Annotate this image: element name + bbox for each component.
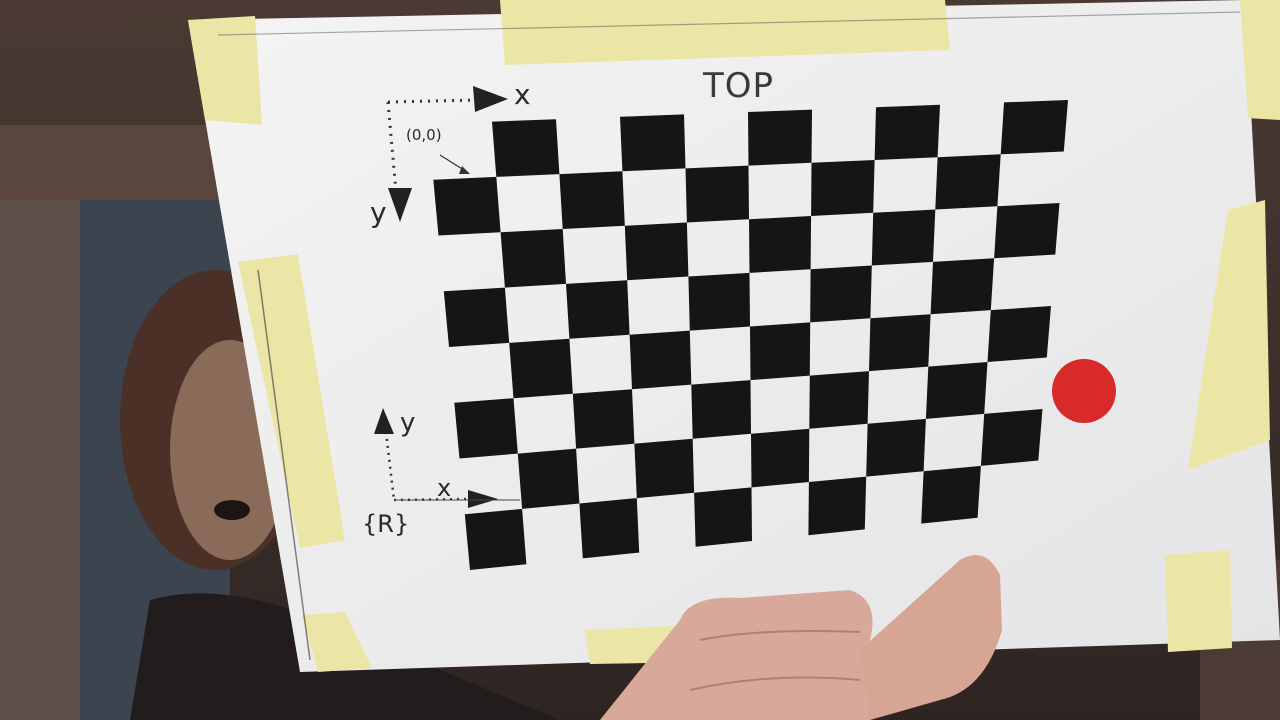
checker-square xyxy=(748,109,812,166)
checker-square xyxy=(871,209,936,266)
checker-square xyxy=(751,428,810,488)
checker-square xyxy=(579,498,640,559)
ref-frame-label: {R} xyxy=(362,510,410,538)
checker-square xyxy=(688,272,750,331)
checker-square xyxy=(874,104,940,160)
checker-square xyxy=(566,280,630,339)
checker-square xyxy=(572,389,635,449)
checker-square xyxy=(433,176,501,236)
checker-square xyxy=(1000,100,1068,155)
checker-square xyxy=(866,418,926,477)
checker-square xyxy=(809,371,869,429)
checker-square xyxy=(749,216,812,273)
checker-square xyxy=(685,165,749,223)
window-frame xyxy=(0,125,230,205)
checker-square xyxy=(808,476,867,536)
checker-square xyxy=(500,229,566,288)
board-top-label: TOP xyxy=(703,66,775,106)
checker-square xyxy=(810,265,872,323)
checker-square xyxy=(994,203,1060,259)
checker-square xyxy=(620,114,686,172)
axis-x-label: x xyxy=(514,78,531,111)
ref-axis-x-label: x xyxy=(437,474,452,502)
red-marker-dot xyxy=(1052,359,1116,423)
checker-square xyxy=(694,487,752,547)
checker-square xyxy=(935,154,1001,210)
checker-square xyxy=(624,222,689,281)
checker-square xyxy=(987,306,1051,362)
checker-square xyxy=(930,258,995,315)
checker-square xyxy=(629,330,692,390)
axis-y-label: y xyxy=(370,196,387,229)
checker-square xyxy=(634,438,695,499)
person-eye xyxy=(214,500,250,520)
checker-square xyxy=(921,465,981,524)
photo-scene xyxy=(0,0,1280,720)
checker-square xyxy=(492,119,560,177)
origin-label: (0,0) xyxy=(406,126,442,144)
checker-square xyxy=(925,362,988,419)
checker-square xyxy=(750,322,811,381)
checker-square xyxy=(691,380,751,439)
curtain xyxy=(0,200,80,720)
checker-square xyxy=(811,160,875,216)
checker-square xyxy=(869,314,931,372)
checker-square xyxy=(443,287,510,347)
checker-square xyxy=(559,171,625,229)
checker-square xyxy=(454,398,518,459)
checker-square xyxy=(464,508,527,570)
tape-bottom-right xyxy=(1165,550,1232,652)
checker-square xyxy=(509,338,573,399)
checker-square xyxy=(517,448,580,509)
ref-axis-y-label: y xyxy=(400,408,416,438)
checker-square xyxy=(980,409,1043,466)
